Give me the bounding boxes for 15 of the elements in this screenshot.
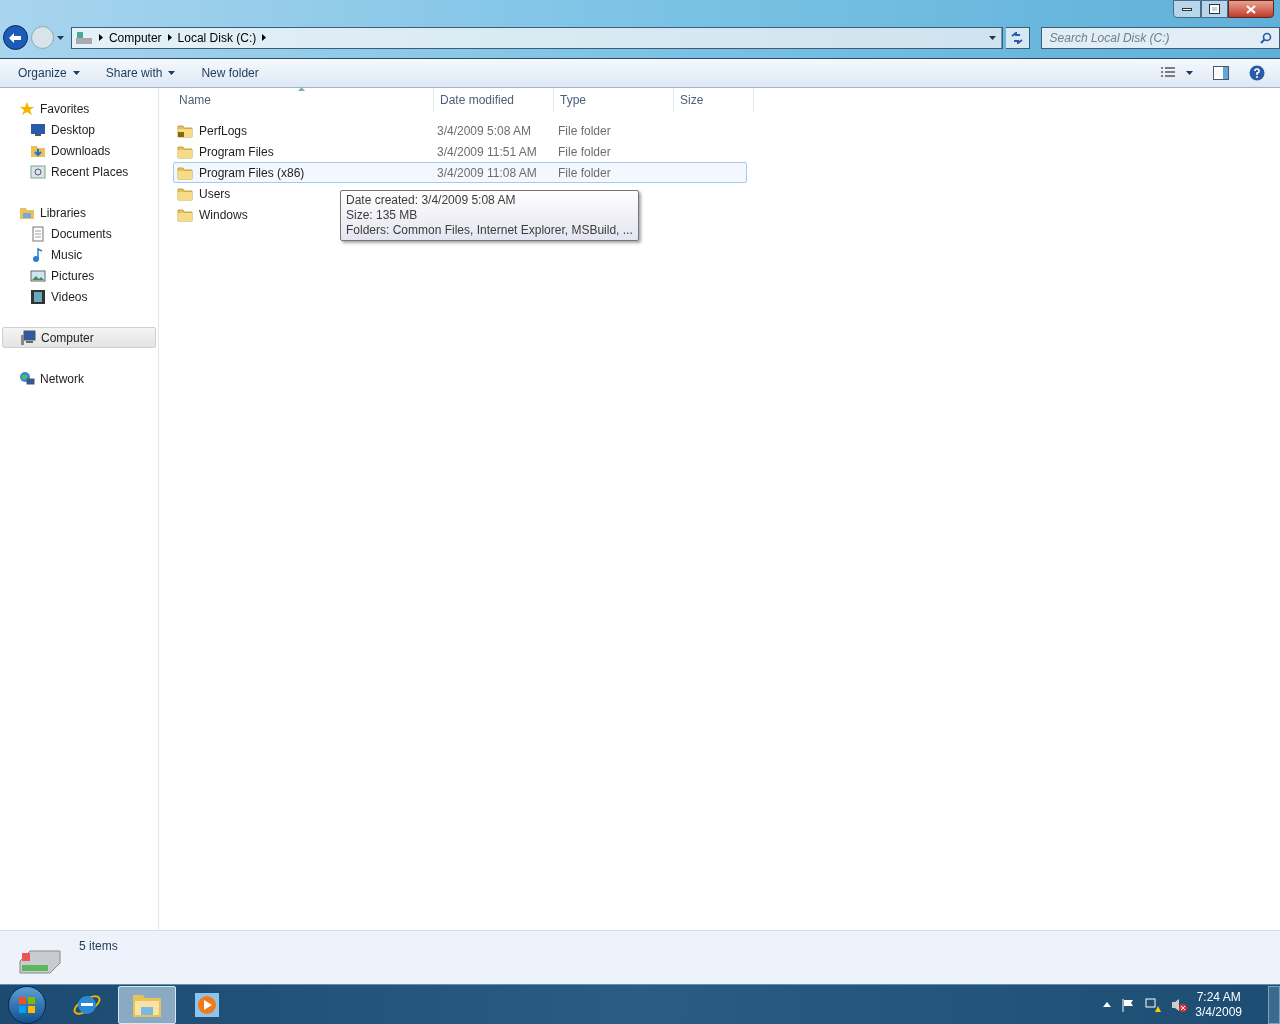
file-name: Program Files (199, 143, 274, 161)
file-name: Program Files (x86) (199, 164, 305, 182)
tooltip-line: Size: 135 MB (346, 208, 419, 223)
item-count: 5 items (79, 938, 118, 955)
date-cell: 3/4/2009 11:51 AM (437, 144, 537, 159)
tooltip-line: Date created: 3/4/2009 5:08 AM (346, 193, 517, 208)
file-name: Windows (199, 206, 248, 224)
tooltip-line: Folders: Common Files, Internet Explorer, MSBuild, ... (346, 223, 633, 238)
file-name: Users (199, 185, 231, 203)
type-cell: File folder (558, 123, 611, 138)
type-cell: File folder (558, 144, 611, 159)
date-cell: 3/4/2009 5:08 AM (437, 123, 532, 138)
date-cell: 3/4/2009 11:08 AM (437, 165, 537, 180)
file-name: PerfLogs (199, 122, 248, 140)
type-cell: File folder (558, 165, 611, 180)
